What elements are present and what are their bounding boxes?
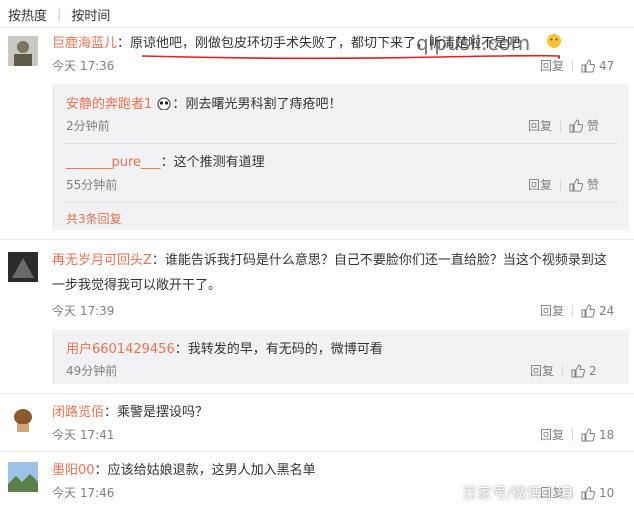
sort-by-hot-tab[interactable]: 按热度 (8, 5, 47, 24)
sort-separator: | (57, 6, 62, 22)
avatar[interactable] (8, 252, 38, 282)
comment-username[interactable]: 巨鹿海蓝儿 (52, 36, 117, 51)
reply-username[interactable]: _______pure___ (66, 155, 161, 170)
reply-time: 49分钟前 (66, 364, 118, 378)
like-count: 24 (599, 303, 615, 318)
thumbs-up-icon[interactable] (581, 303, 596, 318)
thumbs-up-icon[interactable] (581, 58, 596, 73)
comment-line: 墨阳00：应该给姑娘退款，这男人加入黑名单 (52, 463, 316, 478)
avatar[interactable] (8, 404, 38, 434)
reply-username[interactable]: 安静的奔跑者1 (66, 97, 152, 112)
reply-line: 安静的奔跑者1 ：刚去曙光男科割了痔疮吧！ (66, 97, 342, 112)
comment-text: 乘警是摆设吗？ (117, 405, 209, 420)
comment-line: 再无岁月可回头Z：谁能告诉我打码是什么意思？自己不要脸你们还一直给脸？当这个视频… (52, 253, 607, 268)
comment-time: 今天 17:41 (52, 428, 115, 442)
reply-username[interactable]: 用户6601429456 (66, 342, 175, 357)
divider (0, 27, 634, 28)
divider (63, 202, 618, 203)
divider (0, 239, 634, 240)
comment-actions: 回复 18 (540, 426, 614, 443)
watermark-bottom: 百家号/微博小编 (462, 484, 573, 502)
comment-username[interactable]: 墨阳00 (52, 463, 95, 478)
reply-text: 这个推测有道理 (173, 155, 265, 170)
comment-text: 谁能告诉我打码是什么意思？自己不要脸你们还一直给脸？当这个视频录到这 (164, 253, 607, 268)
reply-line: _______pure___：这个推测有道理 (66, 155, 265, 170)
sort-bar: 按热度 | 按时间 (8, 4, 110, 24)
action-separator (562, 364, 564, 377)
reply-button[interactable]: 回复 (540, 57, 564, 74)
avatar[interactable] (8, 36, 38, 66)
reply-actions: 回复 赞 (528, 176, 599, 193)
action-separator (560, 119, 562, 132)
reply-line: 用户6601429456：我转发的早，有无码的，微博可看 (66, 342, 383, 357)
comment-text-continued: 一步我觉得我可以敞开干了。 (52, 278, 222, 293)
like-label[interactable]: 赞 (587, 117, 599, 134)
reply-actions: 回复 赞 (528, 117, 599, 134)
like-count: 18 (599, 427, 615, 442)
panda-emoji-icon (157, 97, 171, 111)
comment-time: 今天 17:36 (52, 59, 115, 73)
reply-button[interactable]: 回复 (530, 362, 554, 379)
action-separator (560, 178, 562, 191)
action-separator (572, 59, 574, 72)
more-replies-link[interactable]: 共3条回复 (66, 210, 122, 227)
action-separator (572, 486, 574, 499)
action-separator (572, 428, 574, 441)
comment-actions: 回复 24 (540, 302, 614, 319)
like-count: 10 (599, 485, 615, 500)
watermark-top: qipusii.com (416, 31, 531, 55)
comment-text: 应该给姑娘退款，这男人加入黑名单 (107, 463, 316, 478)
action-separator (572, 304, 574, 317)
reply-button[interactable]: 回复 (540, 426, 564, 443)
like-count: 47 (599, 58, 615, 73)
reply-text: 我转发的早，有无码的，微博可看 (187, 342, 383, 357)
reply-actions: 回复 2 (530, 362, 597, 379)
reply-time: 2分钟前 (66, 119, 110, 133)
reply-button[interactable]: 回复 (540, 302, 564, 319)
emoji-icon (547, 34, 561, 48)
sort-by-time-tab[interactable]: 按时间 (71, 5, 110, 24)
reply-time: 55分钟前 (66, 178, 118, 192)
comment-username[interactable]: 再无岁月可回头Z (52, 253, 152, 268)
avatar[interactable] (8, 462, 38, 492)
thumbs-up-icon[interactable] (569, 118, 584, 133)
thumbs-up-icon[interactable] (569, 177, 584, 192)
comment-line: 闭路览佰：乘警是摆设吗？ (52, 405, 209, 420)
divider (63, 143, 618, 144)
divider (0, 451, 634, 452)
comment-time: 今天 17:46 (52, 486, 115, 500)
comment-username[interactable]: 闭路览佰 (52, 405, 104, 420)
comment-time: 今天 17:39 (52, 304, 115, 318)
like-count: 2 (589, 363, 597, 378)
divider (0, 393, 634, 394)
thumbs-up-icon[interactable] (581, 427, 596, 442)
comment-actions: 回复 47 (540, 57, 614, 74)
thumbs-up-icon[interactable] (571, 363, 586, 378)
reply-text: 刚去曙光男科割了痔疮吧！ (185, 97, 342, 112)
reply-button[interactable]: 回复 (528, 176, 552, 193)
like-label[interactable]: 赞 (587, 176, 599, 193)
thumbs-up-icon[interactable] (581, 485, 596, 500)
reply-button[interactable]: 回复 (528, 117, 552, 134)
